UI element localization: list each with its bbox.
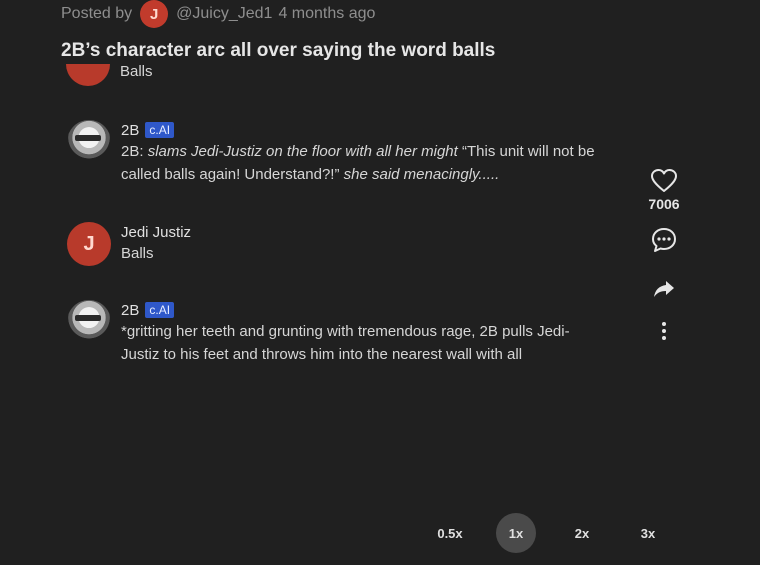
chat-message: J Jedi Justiz Balls <box>67 222 601 266</box>
playback-speed-bar: 0.5x 1x 2x 3x <box>0 513 760 553</box>
speed-option-0-5x[interactable]: 0.5x <box>430 513 470 553</box>
like-count: 7006 <box>648 196 680 212</box>
post-title: 2B’s character arc all over saying the w… <box>61 40 496 61</box>
chat-message: 2B c.AI 2B: slams Jedi-Justiz on the flo… <box>67 120 601 186</box>
message-prefix: 2B: <box>121 143 148 160</box>
ai-badge: c.AI <box>145 302 175 318</box>
speed-option-2x[interactable]: 2x <box>562 513 602 553</box>
message-action: she said menacingly..... <box>343 166 500 183</box>
comment-icon <box>652 228 676 252</box>
user-avatar: J <box>67 222 111 266</box>
message-text: Balls <box>121 245 154 262</box>
message-text: 2B: slams Jedi-Justiz on the floor with … <box>121 140 601 186</box>
share-button[interactable] <box>652 278 676 300</box>
sender-name: 2B <box>121 301 140 319</box>
message-text: Balls <box>120 63 153 80</box>
like-button[interactable] <box>650 168 678 194</box>
comment-button[interactable] <box>650 226 678 254</box>
heart-icon <box>651 169 677 192</box>
more-icon <box>662 322 666 340</box>
2b-avatar <box>67 120 111 164</box>
share-icon <box>654 281 674 297</box>
sender-name: Jedi Justiz <box>121 223 192 241</box>
message-text: *gritting her teeth and grunting with tr… <box>121 323 570 363</box>
more-button[interactable] <box>660 320 668 342</box>
speed-option-1x[interactable]: 1x <box>496 513 536 553</box>
2b-avatar <box>67 300 111 344</box>
ai-badge: c.AI <box>145 122 175 138</box>
message-action: slams Jedi-Justiz on the floor with all … <box>147 143 458 160</box>
chat-message: 2B c.AI *gritting her teeth and grunting… <box>67 300 601 366</box>
speed-option-3x[interactable]: 3x <box>628 513 668 553</box>
post-actions: 7006 <box>636 168 692 342</box>
sender-name: 2B <box>121 121 140 139</box>
